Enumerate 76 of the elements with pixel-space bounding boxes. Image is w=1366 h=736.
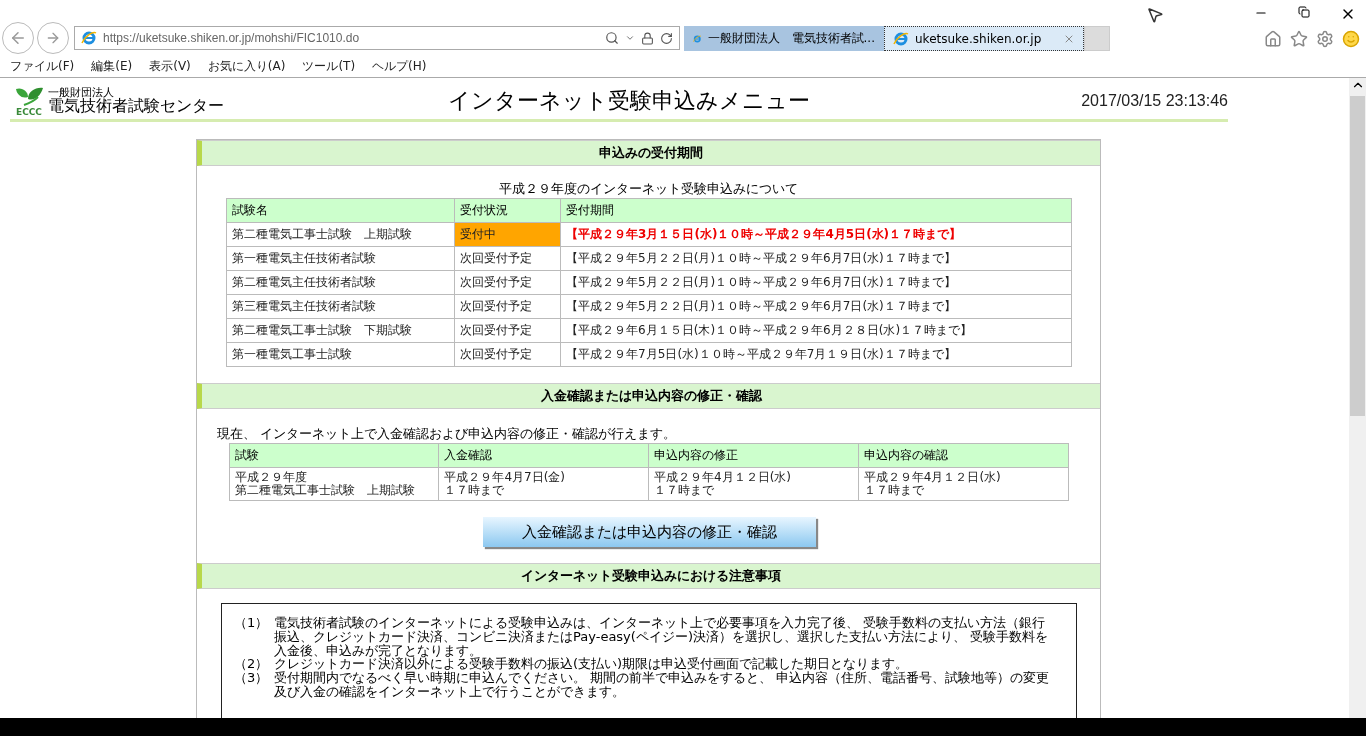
scrollbar[interactable]	[1349, 78, 1366, 718]
refresh-icon[interactable]	[660, 31, 673, 45]
confirm-button[interactable]: 入金確認または申込内容の修正・確認	[483, 517, 816, 548]
status-cell: 次回受付予定	[454, 246, 561, 271]
table-caption: 平成２９年度のインターネット受験申込みについて	[498, 180, 799, 198]
column-header: 申込内容の修正	[648, 443, 859, 468]
note-number: （3）	[234, 670, 270, 687]
column-header: 入金確認	[438, 443, 649, 468]
cell-text: 平成２９年4月１２日(水)	[863, 471, 1002, 484]
scroll-thumb[interactable]	[1350, 96, 1365, 416]
note-number: （2）	[234, 657, 270, 671]
menu-item[interactable]: 表示(V)	[149, 58, 191, 75]
cell-text: 平成２９年4月１２日(水)	[654, 471, 793, 484]
table-cell: 第一種電気主任技術者試験	[226, 246, 455, 271]
section-heading: 入金確認または申込内容の修正・確認	[197, 383, 1100, 409]
cell-text: 平成２９年度	[234, 471, 308, 484]
table-cell: 第一種電気工事士試験	[226, 342, 455, 367]
dropdown-icon[interactable]	[625, 33, 635, 43]
table-cell: 【平成２９年6月１５日(木)１０時～平成２９年6月２８日(水)１７時まで】	[560, 318, 1071, 343]
note-text: 受付期間内でなるべく早い時期に申込んでください。 期間の前半で申込みをすると、 申込内容（住所、電話番号、試験地等）の変更及び入金の確認をインターネット上で行うことができます。	[274, 670, 1051, 699]
restore-icon[interactable]	[1298, 6, 1310, 18]
org-type: 一般財団法人	[48, 87, 114, 98]
column-header: 申込内容の確認	[858, 443, 1068, 468]
page-title: インターネット受験申込みメニュー	[447, 86, 811, 115]
table-cell: 【平成２９年5月２２日(月)１０時～平成２９年6月7日(水)１７時まで】	[560, 270, 1071, 295]
section-heading: 申込みの受付期間	[197, 140, 1100, 166]
search-icon[interactable]	[605, 31, 619, 45]
table-cell: 第二種電気主任技術者試験	[226, 270, 455, 295]
status-cell: 次回受付予定	[454, 318, 561, 343]
forward-arrow-icon	[45, 30, 61, 46]
column-header: 受付状況	[454, 198, 561, 223]
menu-item[interactable]: ヘルプ(H)	[372, 58, 427, 75]
cell-text: １７時まで	[863, 484, 925, 498]
status-cell: 次回受付予定	[454, 270, 561, 295]
table-cell: 第二種電気工事士試験 下期試験	[226, 318, 455, 343]
table-cell: 【平成２９年5月２２日(月)１０時～平成２９年6月7日(水)１７時まで】	[560, 246, 1071, 271]
menu-item[interactable]: ツール(T)	[302, 58, 356, 75]
cell-text: １７時まで	[654, 484, 716, 498]
org-name: 電気技術者試験センター	[48, 98, 224, 114]
status-cell: 次回受付予定	[454, 294, 561, 319]
menu-item[interactable]: ファイル(F)	[10, 58, 75, 75]
address-field[interactable]: https://uketsuke.shiken.or.jp/mohshi/FIC1010.do	[74, 26, 680, 50]
browser-tab[interactable]: 一般財団法人 電気技術者試...	[684, 26, 884, 51]
table-cell: 第三種電気主任技術者試験	[226, 294, 455, 319]
ie-logo-icon	[893, 30, 909, 47]
column-header: 受付期間	[560, 198, 1071, 223]
status-cell: 次回受付予定	[454, 342, 561, 367]
column-header: 試験	[229, 443, 439, 468]
date-time: 2017/03/15 23:13:46	[1080, 91, 1228, 110]
menu-item[interactable]: お気に入り(A)	[207, 58, 286, 75]
smiley-icon[interactable]	[1342, 30, 1360, 48]
menu-item[interactable]: 編集(E)	[91, 58, 133, 75]
table-cell: 【平成２９年7月5日(水)１０時～平成２９年7月１９日(水)１７時まで】	[560, 342, 1071, 367]
logo-caption: ECCC	[16, 106, 42, 117]
table-cell: 第二種電気工事士試験 上期試験	[226, 222, 455, 247]
table-cell: 【平成２９年3月１５日(水)１０時～平成２９年4月5日(水)１７時まで】	[560, 222, 1071, 247]
home-icon[interactable]	[1264, 30, 1282, 48]
ie-logo-icon	[81, 30, 97, 46]
browser-tab[interactable]: uketsuke.shiken.or.jp	[884, 26, 1084, 51]
section-heading: インターネット受験申込みにおける注意事項	[197, 563, 1100, 590]
note-number: （1）	[234, 616, 270, 633]
cell-text: 平成２９年4月7日(金)	[444, 471, 567, 484]
forward-button[interactable]	[37, 22, 69, 54]
table-cell: 【平成２９年5月２２日(月)１０時～平成２９年6月7日(水)１７時まで】	[560, 294, 1071, 319]
cell-text: １７時まで	[444, 484, 506, 498]
status-cell: 受付中	[454, 222, 561, 247]
cursor-icon	[1146, 6, 1164, 24]
column-header: 試験名	[226, 198, 455, 223]
settings-icon[interactable]	[1316, 30, 1334, 48]
notice-text: 現在、 インターネット上で入金確認および申込内容の修正・確認が行えます。	[217, 425, 678, 443]
note-text: クレジットカード決済以外による受験手数料の振込(支払い)期限は申込受付画面で記載した期日となります。	[274, 657, 909, 671]
note-text: 電気技術者試験のインターネットによる受験申込みは、インターネット上で必要事項を入力完了後、 受験手数料の支払い方法（銀行振込、クレジットカード決済、コンビニ決済またはPay-easy(ペイジー)決済）を選択し、選択した支払い方法により、 受験手数料を入金後、申込みが完了となります。	[274, 616, 1050, 658]
cell-text: 第二種電気工事士試験 上期試験	[234, 484, 416, 498]
star-icon[interactable]	[1290, 30, 1308, 48]
lock-icon	[641, 31, 654, 45]
back-button[interactable]	[2, 22, 34, 54]
